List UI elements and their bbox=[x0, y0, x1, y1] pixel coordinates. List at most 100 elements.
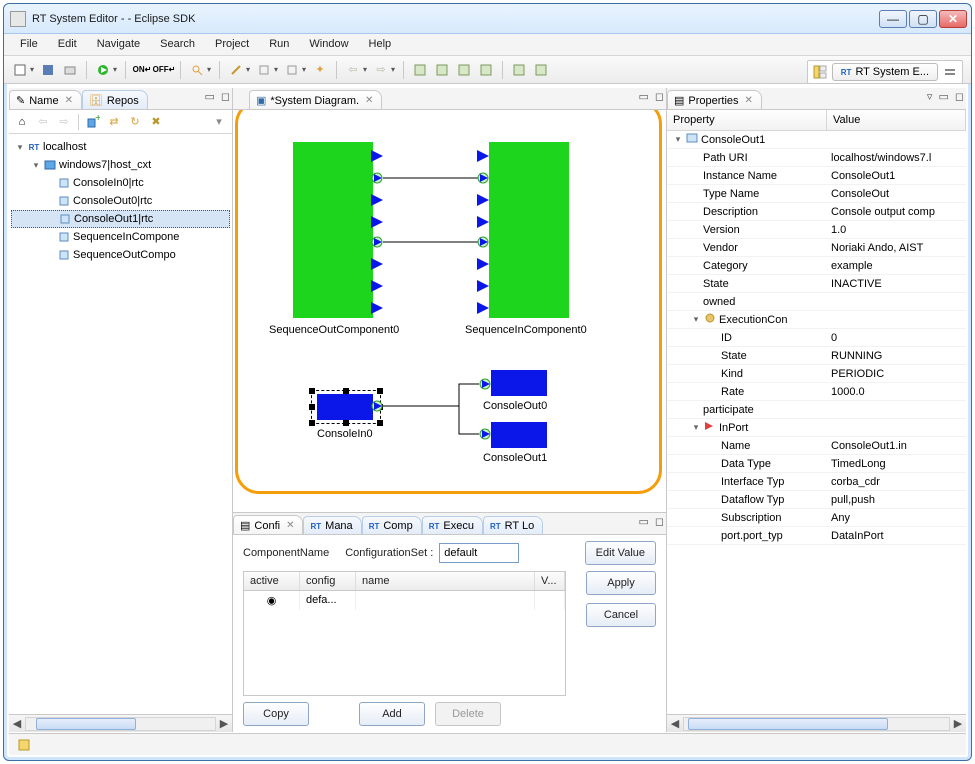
fwd-icon[interactable]: ⇨ bbox=[371, 60, 391, 80]
property-row[interactable]: Dataflow Typpull,push bbox=[667, 491, 966, 509]
menu-window[interactable]: Window bbox=[299, 34, 358, 55]
save-icon[interactable] bbox=[38, 60, 58, 80]
search-icon[interactable] bbox=[187, 60, 207, 80]
property-row[interactable]: Path URIlocalhost/windows7.l bbox=[667, 149, 966, 167]
tree-item-selected[interactable]: ConsoleOut1|rtc bbox=[11, 210, 230, 228]
property-row[interactable]: Type NameConsoleOut bbox=[667, 185, 966, 203]
system-diagram-canvas[interactable]: SequenceOutComponent0 SequenceInComponen… bbox=[233, 110, 666, 512]
config-table[interactable]: active config name V... ◉ defa... bbox=[243, 571, 566, 696]
port-icon[interactable] bbox=[371, 280, 385, 295]
minimize-view-icon[interactable]: ▭ bbox=[638, 515, 648, 528]
tool-a-icon[interactable] bbox=[410, 60, 430, 80]
menu-edit[interactable]: Edit bbox=[48, 34, 87, 55]
property-row[interactable]: Data TypeTimedLong bbox=[667, 455, 966, 473]
menu-navigate[interactable]: Navigate bbox=[87, 34, 150, 55]
perspective-menu-icon[interactable] bbox=[940, 62, 960, 82]
property-row[interactable]: ID0 bbox=[667, 329, 966, 347]
minimize-view-icon[interactable]: ▭ bbox=[938, 90, 948, 103]
close-icon[interactable]: ✕ bbox=[65, 95, 73, 106]
off-icon[interactable]: OFF↵ bbox=[154, 60, 174, 80]
property-row[interactable]: StateRUNNING bbox=[667, 347, 966, 365]
run-icon[interactable] bbox=[93, 60, 113, 80]
tree-item[interactable]: ConsoleOut0|rtc bbox=[11, 192, 230, 210]
close-icon[interactable]: ✕ bbox=[286, 520, 294, 531]
property-row[interactable]: ▾InPort bbox=[667, 419, 966, 437]
nameservice-tree[interactable]: ▾RT localhost ▾ windows7|host_cxt Consol… bbox=[9, 134, 232, 714]
hscrollbar[interactable]: ◀ ▶ bbox=[9, 714, 232, 732]
tool-f-icon[interactable] bbox=[531, 60, 551, 80]
port-icon[interactable] bbox=[477, 236, 491, 251]
titlebar[interactable]: RT System Editor - - Eclipse SDK — ▢ ✕ bbox=[4, 4, 971, 34]
cancel-button[interactable]: Cancel bbox=[586, 603, 656, 627]
hscrollbar[interactable]: ◀ ▶ bbox=[667, 714, 966, 732]
tree-root[interactable]: ▾RT localhost bbox=[11, 138, 230, 156]
tab-rtlo[interactable]: RTRT Lo bbox=[483, 516, 543, 534]
delete-button[interactable]: Delete bbox=[435, 702, 501, 726]
maximize-view-icon[interactable]: ◻ bbox=[655, 90, 664, 103]
property-row[interactable]: SubscriptionAny bbox=[667, 509, 966, 527]
radio-icon[interactable]: ◉ bbox=[267, 595, 277, 607]
col-config[interactable]: config bbox=[300, 572, 356, 590]
console-out1[interactable] bbox=[491, 422, 547, 448]
configset-input[interactable] bbox=[439, 543, 519, 563]
properties-table[interactable]: Property Value ▾ConsoleOut1Path URIlocal… bbox=[667, 110, 966, 714]
minimize-view-icon[interactable]: ▭ bbox=[204, 90, 214, 103]
tool2-icon[interactable] bbox=[254, 60, 274, 80]
col-property[interactable]: Property bbox=[667, 110, 827, 130]
tab-config[interactable]: ▤Confi✕ bbox=[233, 515, 303, 534]
property-row[interactable]: StateINACTIVE bbox=[667, 275, 966, 293]
property-row[interactable]: KindPERIODIC bbox=[667, 365, 966, 383]
sequence-in-component[interactable] bbox=[489, 142, 569, 318]
perspective-rt-system[interactable]: RT RT System E... bbox=[832, 63, 938, 81]
add-button[interactable]: Add bbox=[359, 702, 425, 726]
property-row[interactable]: Interface Typcorba_cdr bbox=[667, 473, 966, 491]
tab-repos[interactable]: 🗄 Repos bbox=[82, 90, 148, 109]
on-icon[interactable]: ON↵ bbox=[132, 60, 152, 80]
port-icon[interactable] bbox=[371, 258, 385, 273]
status-icon[interactable] bbox=[15, 736, 33, 754]
close-button[interactable]: ✕ bbox=[939, 10, 967, 28]
tab-properties[interactable]: ▤ Properties ✕ bbox=[667, 90, 762, 109]
property-row[interactable]: participate bbox=[667, 401, 966, 419]
col-value[interactable]: V... bbox=[535, 572, 565, 590]
apply-button[interactable]: Apply bbox=[586, 571, 656, 595]
property-row[interactable]: ▾ConsoleOut1 bbox=[667, 131, 966, 149]
new-icon[interactable] bbox=[10, 60, 30, 80]
col-value[interactable]: Value bbox=[827, 110, 966, 130]
minimize-view-icon[interactable]: ▭ bbox=[638, 90, 648, 103]
menu-icon[interactable]: ▾ bbox=[210, 113, 228, 131]
link-icon[interactable]: ⇄ bbox=[105, 113, 123, 131]
port-icon[interactable] bbox=[371, 194, 385, 209]
port-icon[interactable] bbox=[479, 378, 493, 393]
port-icon[interactable] bbox=[371, 216, 385, 231]
close-icon[interactable]: ✕ bbox=[365, 95, 373, 106]
maximize-view-icon[interactable]: ◻ bbox=[221, 90, 230, 103]
port-icon[interactable] bbox=[477, 172, 491, 187]
col-name[interactable]: name bbox=[356, 572, 535, 590]
port-icon[interactable] bbox=[371, 172, 385, 187]
wand-icon[interactable] bbox=[226, 60, 246, 80]
menu-search[interactable]: Search bbox=[150, 34, 205, 55]
menu-file[interactable]: File bbox=[10, 34, 48, 55]
port-icon[interactable] bbox=[477, 194, 491, 209]
console-out0[interactable] bbox=[491, 370, 547, 396]
property-row[interactable]: port.port_typDataInPort bbox=[667, 527, 966, 545]
open-perspective-icon[interactable] bbox=[810, 62, 830, 82]
back-icon[interactable]: ⇦ bbox=[34, 113, 52, 131]
property-row[interactable]: NameConsoleOut1.in bbox=[667, 437, 966, 455]
tool3-icon[interactable] bbox=[282, 60, 302, 80]
maximize-view-icon[interactable]: ◻ bbox=[655, 515, 664, 528]
property-row[interactable]: Rate1000.0 bbox=[667, 383, 966, 401]
refresh-icon[interactable]: ↻ bbox=[126, 113, 144, 131]
edit-value-button[interactable]: Edit Value bbox=[585, 541, 656, 565]
menu-help[interactable]: Help bbox=[359, 34, 402, 55]
port-icon[interactable] bbox=[477, 150, 491, 165]
tree-ctx[interactable]: ▾ windows7|host_cxt bbox=[11, 156, 230, 174]
property-row[interactable]: DescriptionConsole output comp bbox=[667, 203, 966, 221]
tool-e-icon[interactable] bbox=[509, 60, 529, 80]
menu-project[interactable]: Project bbox=[205, 34, 259, 55]
minimize-button[interactable]: — bbox=[879, 10, 907, 28]
property-row[interactable]: Categoryexample bbox=[667, 257, 966, 275]
property-row[interactable]: Instance NameConsoleOut1 bbox=[667, 167, 966, 185]
tree-item[interactable]: SequenceInCompone bbox=[11, 228, 230, 246]
